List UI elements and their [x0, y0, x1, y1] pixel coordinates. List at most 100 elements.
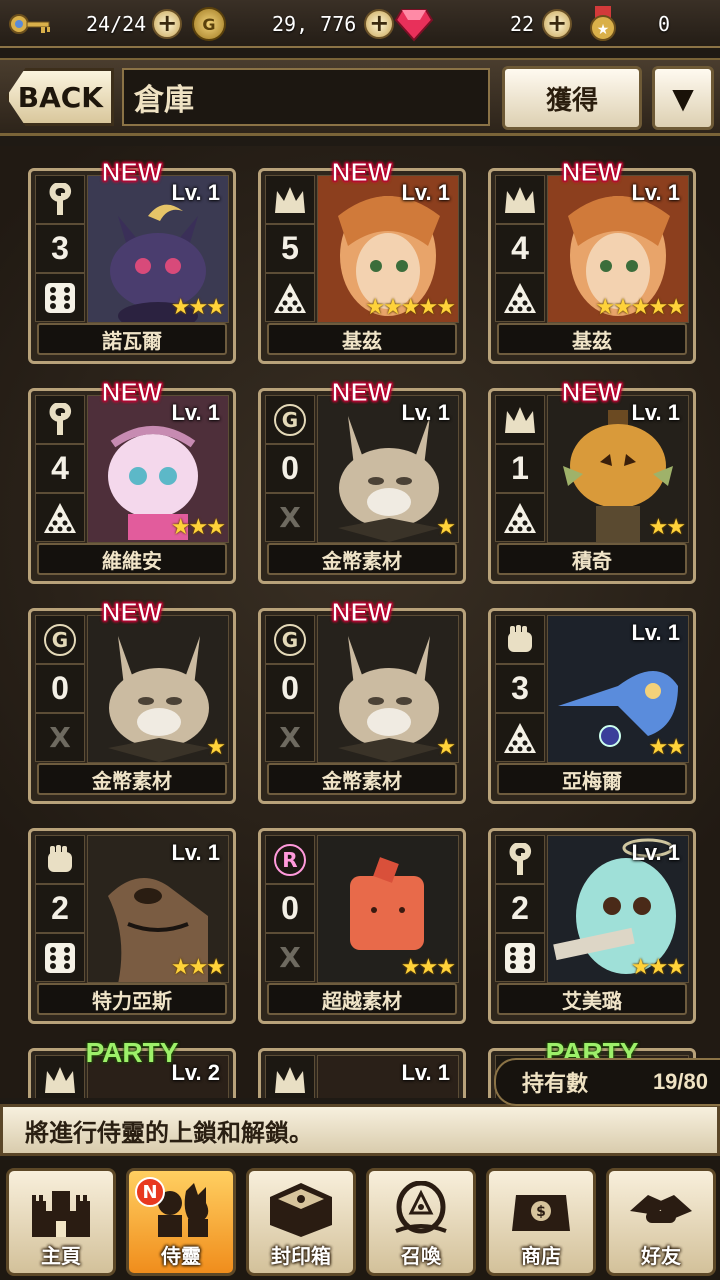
spirit-rarity-stars: ★★★	[630, 955, 686, 980]
crown-type-cell	[265, 1055, 315, 1098]
sort-dropdown-button[interactable]: ▼	[652, 66, 714, 130]
spirit-count: 1	[495, 444, 545, 493]
new-badge: NEW	[331, 157, 393, 188]
spirit-count: 0	[265, 884, 315, 933]
spirit-stats-column: 3	[495, 615, 545, 763]
dice-triangle-icon	[504, 502, 536, 533]
spirit-grid[interactable]: NEW 3 Lv. 1 ★★★ 諾瓦爾 NEW 5 Lv. 1 ★★★★★ 基茲 NEW 4 Lv. 1…	[0, 146, 720, 1098]
page-title: 倉庫	[122, 68, 490, 126]
spirit-count: 0	[265, 664, 315, 713]
spirit-card[interactable]: NEW 5 Lv. 1 ★★★★★ 基茲	[258, 157, 466, 364]
nav-shop-button[interactable]: $ 商店	[486, 1168, 596, 1276]
gold-coin-icon: G	[192, 7, 226, 41]
nav-seal-box-button[interactable]: 封印箱	[246, 1168, 356, 1276]
spirit-count: 4	[495, 224, 545, 273]
spirit-name: 積奇	[497, 543, 687, 575]
spirit-card[interactable]: 2 Lv. 1 ★★★ 特力亞斯	[28, 828, 236, 1024]
gold-material-icon: G	[44, 623, 76, 656]
spirit-dice-cell: X	[265, 493, 315, 542]
rebirth-material-icon: R	[274, 843, 306, 876]
spirit-card[interactable]: NEW 3 Lv. 1 ★★★ 諾瓦爾	[28, 157, 236, 364]
spirit-portrait: Lv. 1	[317, 1055, 459, 1098]
spirit-stats-column	[265, 1055, 315, 1098]
medal-group: ★ 0	[586, 6, 670, 42]
spirit-card[interactable]: NEW G 0 X ★ 金幣素材	[28, 597, 236, 804]
gold-value: 29, 776	[272, 12, 357, 36]
spirit-stats-column: G 0 X	[35, 615, 85, 763]
spirit-type-cell	[495, 615, 545, 664]
crown-type-icon	[275, 186, 305, 213]
nav-label: 侍靈	[161, 1244, 201, 1268]
friends-icon	[621, 1178, 701, 1240]
spirit-portrait: ★	[87, 615, 229, 763]
spirit-rarity-stars: ★	[436, 735, 456, 760]
spirit-dice-cell	[35, 493, 85, 542]
add-gold-button[interactable]: +	[364, 9, 395, 39]
spirit-card[interactable]: 2 Lv. 1 ★★★ 艾美璐	[488, 828, 696, 1024]
spirit-card[interactable]: NEW 4 Lv. 1 ★★★★★ 基茲	[488, 157, 696, 364]
spirit-count: 3	[495, 664, 545, 713]
spirit-count: 5	[265, 224, 315, 273]
spirit-name: 超越素材	[267, 983, 457, 1015]
spirit-dice-cell: X	[265, 713, 315, 762]
nav-label: 主頁	[41, 1244, 81, 1268]
spirit-dice-cell: X	[35, 713, 85, 762]
spirit-level: Lv. 1	[171, 180, 220, 205]
obtain-sort-button[interactable]: 獲得	[502, 66, 642, 130]
spirit-card[interactable]: NEW 4 Lv. 1 ★★★ 維維安	[28, 377, 236, 584]
spirit-stats-column: G 0 X	[265, 615, 315, 763]
spirit-rarity-stars: ★★★	[170, 295, 226, 320]
spirit-stats-column: 1	[495, 395, 545, 543]
spirit-stats-column: 5	[265, 175, 315, 323]
spirit-name: 亞梅爾	[497, 763, 687, 795]
spirit-card-partial[interactable]: Lv. 1	[258, 1048, 466, 1098]
spirit-card[interactable]: NEW G 0 X ★ 金幣素材	[258, 597, 466, 804]
spirit-count: 2	[495, 884, 545, 933]
hook-type-icon	[509, 842, 532, 875]
gold-material-icon: G	[274, 623, 306, 656]
spirit-portrait: Lv. 1 ★★★★★	[317, 175, 459, 323]
gold-material-icon: G	[274, 403, 306, 436]
spirit-type-cell	[35, 395, 85, 444]
obtain-sort-label: 獲得	[545, 85, 598, 116]
cross-mark-icon: X	[279, 721, 301, 754]
spirit-stats-column: 4	[495, 175, 545, 323]
gem-icon	[394, 6, 434, 42]
spirit-rarity-stars: ★★	[648, 735, 686, 760]
add-gem-button[interactable]: +	[542, 9, 573, 39]
spirit-name: 金幣素材	[267, 763, 457, 795]
spirit-name: 基茲	[497, 323, 687, 355]
spirit-card[interactable]: NEW 1 Lv. 1 ★★ 積奇	[488, 377, 696, 584]
spirit-card-partial[interactable]: PARTY Lv. 2	[28, 1037, 236, 1098]
shop-icon: $	[501, 1178, 581, 1240]
new-badge: NEW	[561, 157, 623, 188]
new-badge: NEW	[101, 157, 163, 188]
spirit-level: Lv. 1	[171, 840, 220, 865]
spirit-card[interactable]: NEW G 0 X Lv. 1 ★ 金幣素材	[258, 377, 466, 584]
cross-mark-icon: X	[279, 941, 301, 974]
spirit-card[interactable]: 3 Lv. 1 ★★ 亞梅爾	[488, 608, 696, 804]
spirit-portrait: Lv. 1 ★★★	[547, 835, 689, 983]
spirit-stats-column: R 0 X	[265, 835, 315, 983]
spirit-portrait: ★	[317, 615, 459, 763]
holdings-label: 持有數	[522, 1072, 589, 1097]
back-button[interactable]: BACK	[6, 68, 114, 126]
spirit-name: 維維安	[37, 543, 227, 575]
nav-castle-button[interactable]: 主頁	[6, 1168, 116, 1276]
back-label: BACK	[17, 80, 103, 114]
spirit-rarity-stars: ★★★	[400, 955, 456, 980]
spirit-level: Lv. 1	[631, 620, 680, 645]
nav-summon-button[interactable]: 召喚	[366, 1168, 476, 1276]
nav-friends-button[interactable]: 好友	[606, 1168, 716, 1276]
resource-bar: 24/24 + G 29, 776 + 22 + ★ 0	[0, 0, 720, 48]
spirit-name: 艾美璐	[497, 983, 687, 1015]
spirit-type-cell: G	[35, 615, 85, 664]
gold-group: G 29, 776 +	[192, 6, 395, 42]
add-stamina-button[interactable]: +	[152, 9, 183, 39]
spirit-count: 2	[35, 884, 85, 933]
nav-spirits-button[interactable]: N 侍靈	[126, 1168, 236, 1276]
spirit-dice-cell	[495, 273, 545, 322]
spirit-card[interactable]: R 0 X ★★★ 超越素材	[258, 828, 466, 1024]
nav-label: 商店	[521, 1244, 561, 1268]
dice-six-icon	[45, 282, 75, 313]
